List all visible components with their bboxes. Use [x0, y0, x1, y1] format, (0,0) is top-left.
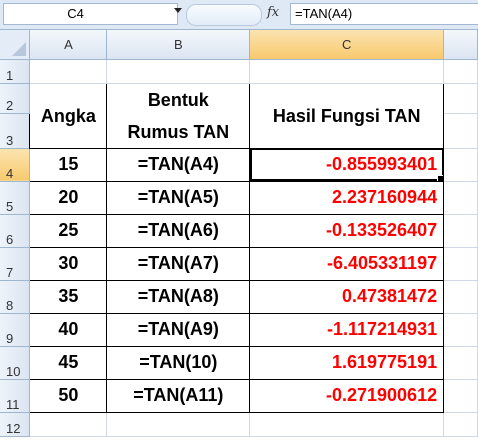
cell-d11[interactable]	[443, 379, 478, 413]
cell-angka[interactable]: 50	[29, 378, 108, 413]
cell-d4[interactable]	[443, 148, 478, 182]
cell-angka[interactable]: 20	[29, 180, 108, 215]
cell-rumus[interactable]: =TAN(A4)	[106, 147, 251, 182]
row-header-1[interactable]: 1	[0, 59, 31, 84]
select-all-corner[interactable]	[0, 30, 31, 60]
cell-hasil[interactable]: -0.271900612	[249, 378, 445, 413]
cell-rumus[interactable]: =TAN(A8)	[106, 279, 251, 314]
header-bentuk-line2: Rumus TAN	[127, 121, 230, 142]
cell-a12[interactable]	[29, 412, 108, 437]
header-hasil[interactable]: Hasil Fungsi TAN	[249, 82, 445, 149]
formula-bar: C4 fx =TAN(A4)	[0, 0, 478, 30]
cell-hasil[interactable]: 2.237160944	[249, 180, 445, 215]
column-header-b[interactable]: B	[106, 30, 251, 60]
cell-hasil[interactable]: -6.405331197	[249, 246, 445, 281]
cell-c1[interactable]	[249, 59, 445, 84]
row-header-12[interactable]: 12	[0, 412, 31, 437]
name-box[interactable]: C4	[3, 3, 178, 25]
formula-bar-splitter[interactable]	[186, 4, 201, 26]
row-header-11[interactable]: 11	[0, 379, 31, 413]
cell-angka[interactable]: 15	[29, 147, 108, 182]
cell-a1[interactable]	[29, 59, 108, 84]
column-header-a[interactable]: A	[29, 30, 108, 60]
cell-angka[interactable]: 25	[29, 213, 108, 248]
cell-d5[interactable]	[443, 181, 478, 215]
cell-d7[interactable]	[443, 247, 478, 281]
cell-angka[interactable]: 40	[29, 312, 108, 347]
row-header-6[interactable]: 6	[0, 214, 31, 248]
header-bentuk-line1: Bentuk	[147, 89, 209, 110]
row-header-8[interactable]: 8	[0, 280, 31, 314]
cell-b1[interactable]	[106, 59, 251, 84]
cell-rumus[interactable]: =TAN(A6)	[106, 213, 251, 248]
cell-rumus[interactable]: =TAN(A5)	[106, 180, 251, 215]
fill-handle[interactable]	[437, 174, 443, 180]
row-header-7[interactable]: 7	[0, 247, 31, 281]
cell-c12[interactable]	[249, 412, 445, 437]
row-header-9[interactable]: 9	[0, 313, 31, 347]
cell-d2[interactable]	[443, 83, 478, 115]
cell-hasil-active[interactable]: -0.855993401	[249, 147, 445, 182]
cell-rumus[interactable]: =TAN(A7)	[106, 246, 251, 281]
spreadsheet-grid: A B C 1 2 Angka Bentuk Rumus TAN Hasil F…	[0, 30, 478, 437]
column-header-d[interactable]	[443, 30, 478, 60]
header-angka[interactable]: Angka	[29, 82, 108, 149]
cell-hasil[interactable]: 0.47381472	[249, 279, 445, 314]
header-bentuk-rumus[interactable]: Bentuk Rumus TAN	[106, 82, 251, 149]
cell-d12[interactable]	[443, 412, 478, 437]
row-header-5[interactable]: 5	[0, 181, 31, 215]
cell-b12[interactable]	[106, 412, 251, 437]
column-header-c[interactable]: C	[249, 30, 445, 60]
cell-angka[interactable]: 45	[29, 345, 108, 380]
cell-angka[interactable]: 35	[29, 279, 108, 314]
cell-rumus[interactable]: =TAN(A9)	[106, 312, 251, 347]
formula-bar-splitter-right	[201, 4, 262, 26]
formula-input[interactable]: =TAN(A4)	[290, 3, 478, 25]
cell-d10[interactable]	[443, 346, 478, 380]
cell-hasil[interactable]: 1.619775191	[249, 345, 445, 380]
cell-angka[interactable]: 30	[29, 246, 108, 281]
cell-rumus[interactable]: =TAN(A11)	[106, 378, 251, 413]
cell-hasil-value: -0.855993401	[325, 154, 438, 174]
cell-d1[interactable]	[443, 59, 478, 84]
row-header-2[interactable]: 2	[0, 83, 31, 115]
row-header-3[interactable]: 3	[0, 113, 31, 149]
insert-function-icon[interactable]: fx	[267, 5, 279, 20]
row-header-4[interactable]: 4	[0, 148, 31, 182]
cell-hasil[interactable]: -0.133526407	[249, 213, 445, 248]
cell-rumus[interactable]: =TAN(10)	[106, 345, 251, 380]
cell-d3[interactable]	[443, 113, 478, 149]
cell-d6[interactable]	[443, 214, 478, 248]
row-header-10[interactable]: 10	[0, 346, 31, 380]
chevron-down-icon[interactable]	[174, 8, 182, 13]
cell-hasil[interactable]: -1.117214931	[249, 312, 445, 347]
cell-d9[interactable]	[443, 313, 478, 347]
cell-d8[interactable]	[443, 280, 478, 314]
